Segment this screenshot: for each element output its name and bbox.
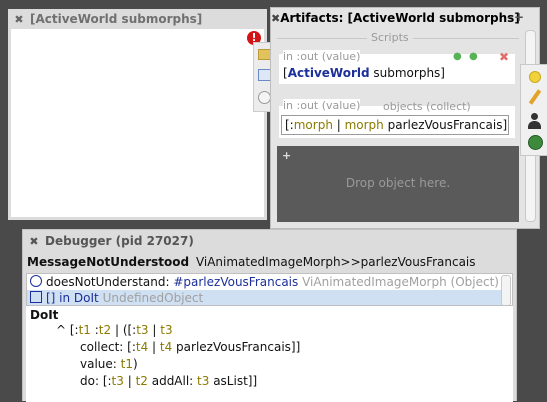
error-class: MessageNotUnderstood	[27, 255, 190, 269]
script-box[interactable]: in :out (value) ● ● ✖ [ActiveWorld submo…	[279, 50, 515, 84]
pencil-icon[interactable]	[528, 89, 542, 105]
code-token: [:	[285, 118, 294, 132]
script-go-icon[interactable]: ●	[453, 51, 462, 62]
tool-strip	[520, 64, 547, 156]
close-icon[interactable]: ✖	[271, 12, 280, 25]
code-var: morph	[293, 118, 333, 132]
scripts-header: Scripts	[367, 31, 413, 44]
artifacts-window-titlebar[interactable]: ✖ Artifacts: [ActiveWorld submorphs]	[271, 8, 539, 28]
script-code-class: ActiveWorld	[287, 66, 370, 80]
error-summary: MessageNotUnderstood ViAnimatedImageMorp…	[27, 255, 476, 269]
world-window-titlebar[interactable]: ✖ [ActiveWorld submorphs]	[8, 9, 267, 29]
stack-frame-receiver: UndefinedObject	[102, 291, 204, 305]
add-icon[interactable]: +	[282, 149, 291, 162]
code-line: collect: [:t4 | t4 parlezVousFrancais]]	[80, 340, 301, 354]
drop-area[interactable]: + Drop object here.	[277, 146, 519, 222]
person-icon[interactable]	[528, 113, 541, 129]
expand-icon[interactable]: +	[514, 10, 524, 24]
stack-frame-method: [] in DoIt	[46, 291, 99, 305]
debugger-title: Debugger (pid 27027)	[45, 234, 194, 248]
stack-frame-arg: #parlezVousFrancais	[173, 275, 299, 289]
method-icon	[30, 275, 42, 287]
close-icon[interactable]: ✖	[23, 235, 45, 248]
script-delete-icon[interactable]: ✖	[499, 50, 509, 64]
debugger-titlebar[interactable]: ✖ Debugger (pid 27027)	[23, 230, 516, 252]
world-window-title: [ActiveWorld submorphs]	[30, 12, 203, 26]
code-pane[interactable]: DoIt ^ [:t1 :t2 | ([:t3 | t3 collect: [:…	[26, 306, 513, 402]
code-method-title: DoIt	[30, 308, 59, 322]
objects-box[interactable]: in :out (value) objects (collect) [:morp…	[279, 99, 515, 138]
artifacts-window-title: Artifacts: [ActiveWorld submorphs]	[280, 11, 520, 25]
script-port-label: in :out (value)	[283, 50, 361, 63]
script-run-icon[interactable]: ●	[469, 51, 478, 62]
code-var: morph	[344, 118, 384, 132]
stack-frame-receiver: ViAnimatedImageMorph (Object)	[302, 275, 499, 289]
stack-frame[interactable]: doesNotUnderstand: #parlezVousFrancais V…	[27, 274, 502, 290]
collapse-icon[interactable]: –	[507, 10, 513, 24]
stack-list[interactable]: doesNotUnderstand: #parlezVousFrancais V…	[26, 273, 513, 306]
objects-code: [:morph | morph parlezVousFrancais]	[285, 118, 507, 132]
bug-icon[interactable]	[528, 135, 543, 150]
block-icon	[30, 291, 42, 303]
code-line: ^ [:t1 :t2 | ([:t3 | t3	[56, 323, 173, 337]
stack-frame-selected[interactable]: [] in DoIt UndefinedObject	[27, 290, 502, 305]
sun-icon[interactable]	[529, 71, 541, 83]
script-code-rest: submorphs]	[369, 66, 445, 80]
code-token: parlezVousFrancais]	[383, 118, 508, 132]
code-line: do: [:t3 | t2 addAll: t3 asList]]	[80, 374, 258, 388]
objects-port-label: in :out (value)	[283, 99, 361, 112]
code-token: |	[332, 118, 345, 132]
world-window-content	[11, 29, 264, 217]
close-icon[interactable]: ✖	[8, 13, 30, 26]
script-code[interactable]: [ActiveWorld submorphs]	[283, 66, 445, 80]
code-line: value: t1)	[80, 357, 138, 371]
artifacts-window: ✖ Artifacts: [ActiveWorld submorphs] – +…	[270, 7, 540, 229]
drop-hint: Drop object here.	[345, 176, 451, 190]
stack-frame-method: doesNotUnderstand:	[46, 275, 170, 289]
objects-header: objects (collect)	[383, 100, 471, 113]
error-detail: ViAnimatedImageMorph>>parlezVousFrancais	[195, 255, 476, 269]
debugger-window: ✖ Debugger (pid 27027) MessageNotUnderst…	[22, 229, 517, 402]
world-submorphs-window: ✖ [ActiveWorld submorphs] !	[8, 9, 267, 220]
stack-scrollbar[interactable]	[501, 275, 511, 305]
